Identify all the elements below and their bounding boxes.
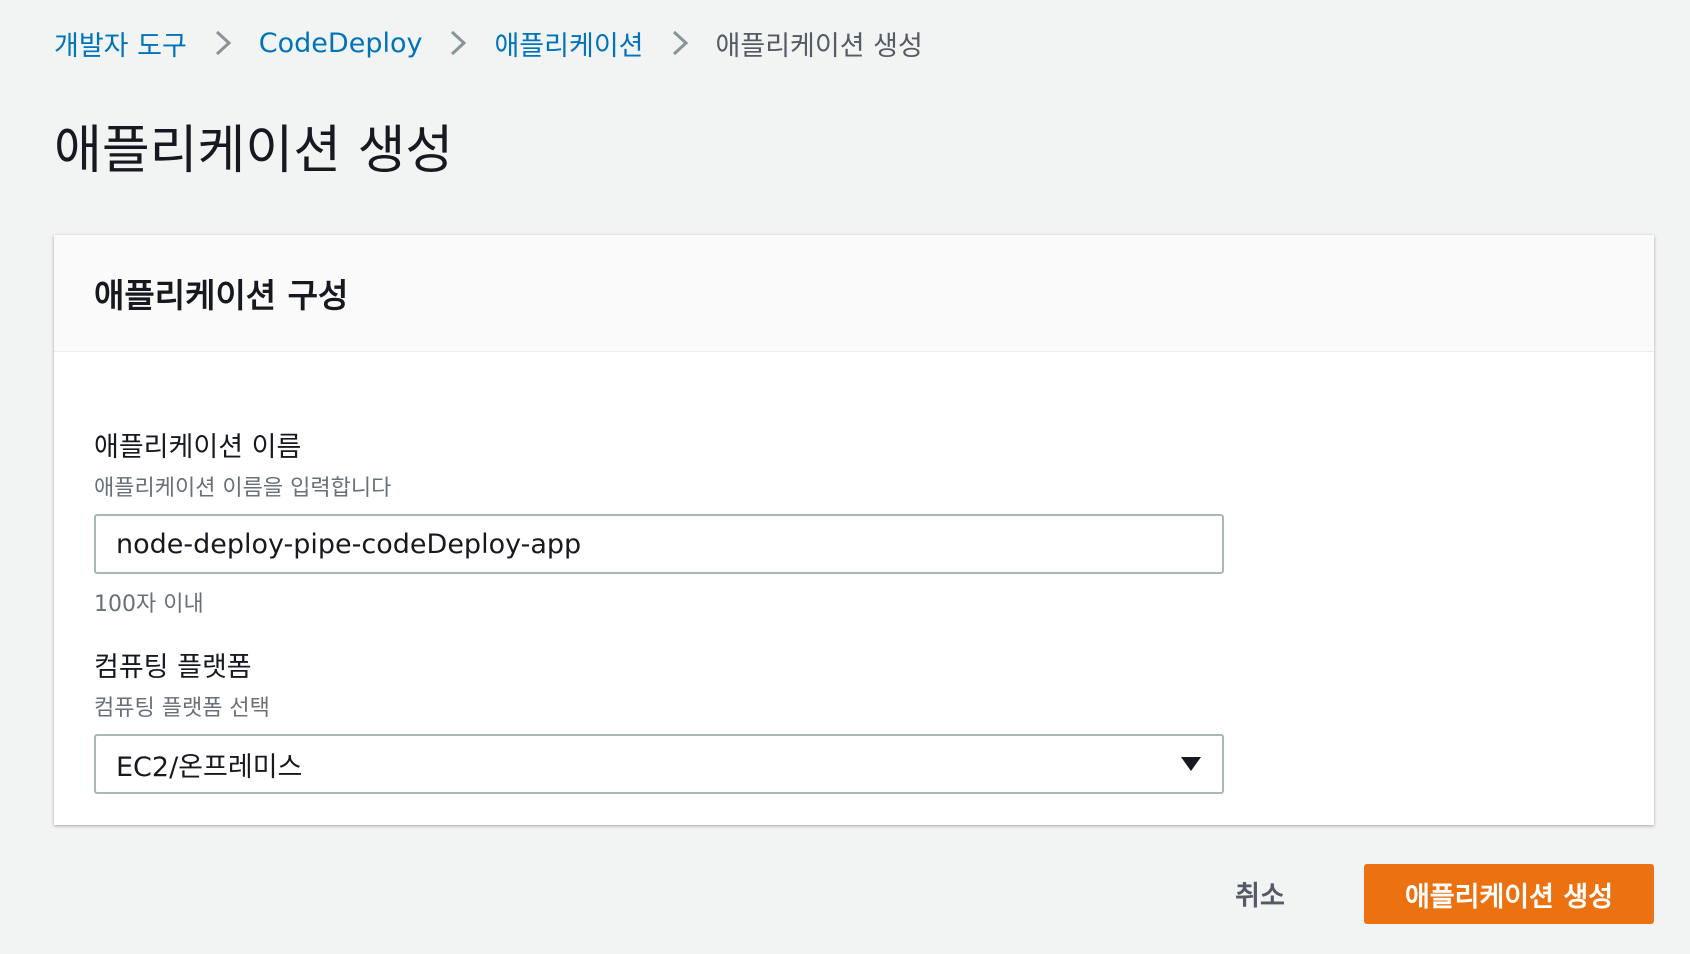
breadcrumb-applications[interactable]: 애플리케이션 — [494, 24, 643, 63]
breadcrumb-current: 애플리케이션 생성 — [715, 30, 923, 62]
app-name-label: 애플리케이션 이름 — [94, 432, 302, 463]
breadcrumb-codedeploy[interactable]: CodeDeploy — [259, 28, 423, 59]
platform-description: 컴퓨팅 플랫폼 선택 — [94, 696, 270, 721]
app-name-input[interactable] — [94, 514, 1224, 574]
app-name-field: 애플리케이션 이름 애플리케이션 이름을 입력합니다 100자 이내 — [94, 425, 1224, 618]
platform-selected-value: EC2/온프레미스 — [116, 751, 303, 783]
chevron-right-icon — [670, 28, 690, 58]
platform-select[interactable]: EC2/온프레미스 — [94, 734, 1224, 794]
application-config-panel: 애플리케이션 구성 애플리케이션 이름 애플리케이션 이름을 입력합니다 100… — [54, 235, 1654, 825]
create-application-button[interactable]: 애플리케이션 생성 — [1364, 864, 1654, 924]
breadcrumb-developer-tools[interactable]: 개발자 도구 — [54, 24, 187, 63]
app-name-description: 애플리케이션 이름을 입력합니다 — [94, 476, 392, 501]
chevron-right-icon — [448, 28, 468, 58]
caret-down-icon — [1180, 755, 1202, 773]
app-name-constraint: 100자 이내 — [94, 592, 204, 617]
panel-header: 애플리케이션 구성 — [54, 235, 1654, 352]
page-title: 애플리케이션 생성 — [54, 121, 454, 181]
cancel-button[interactable]: 취소 — [1215, 868, 1305, 918]
chevron-right-icon — [213, 28, 233, 58]
platform-label: 컴퓨팅 플랫폼 — [94, 652, 252, 683]
panel-title: 애플리케이션 구성 — [94, 276, 349, 315]
platform-field: 컴퓨팅 플랫폼 컴퓨팅 플랫폼 선택 EC2/온프레미스 — [94, 645, 1224, 794]
breadcrumb: 개발자 도구 CodeDeploy 애플리케이션 애플리케이션 생성 — [54, 22, 923, 64]
